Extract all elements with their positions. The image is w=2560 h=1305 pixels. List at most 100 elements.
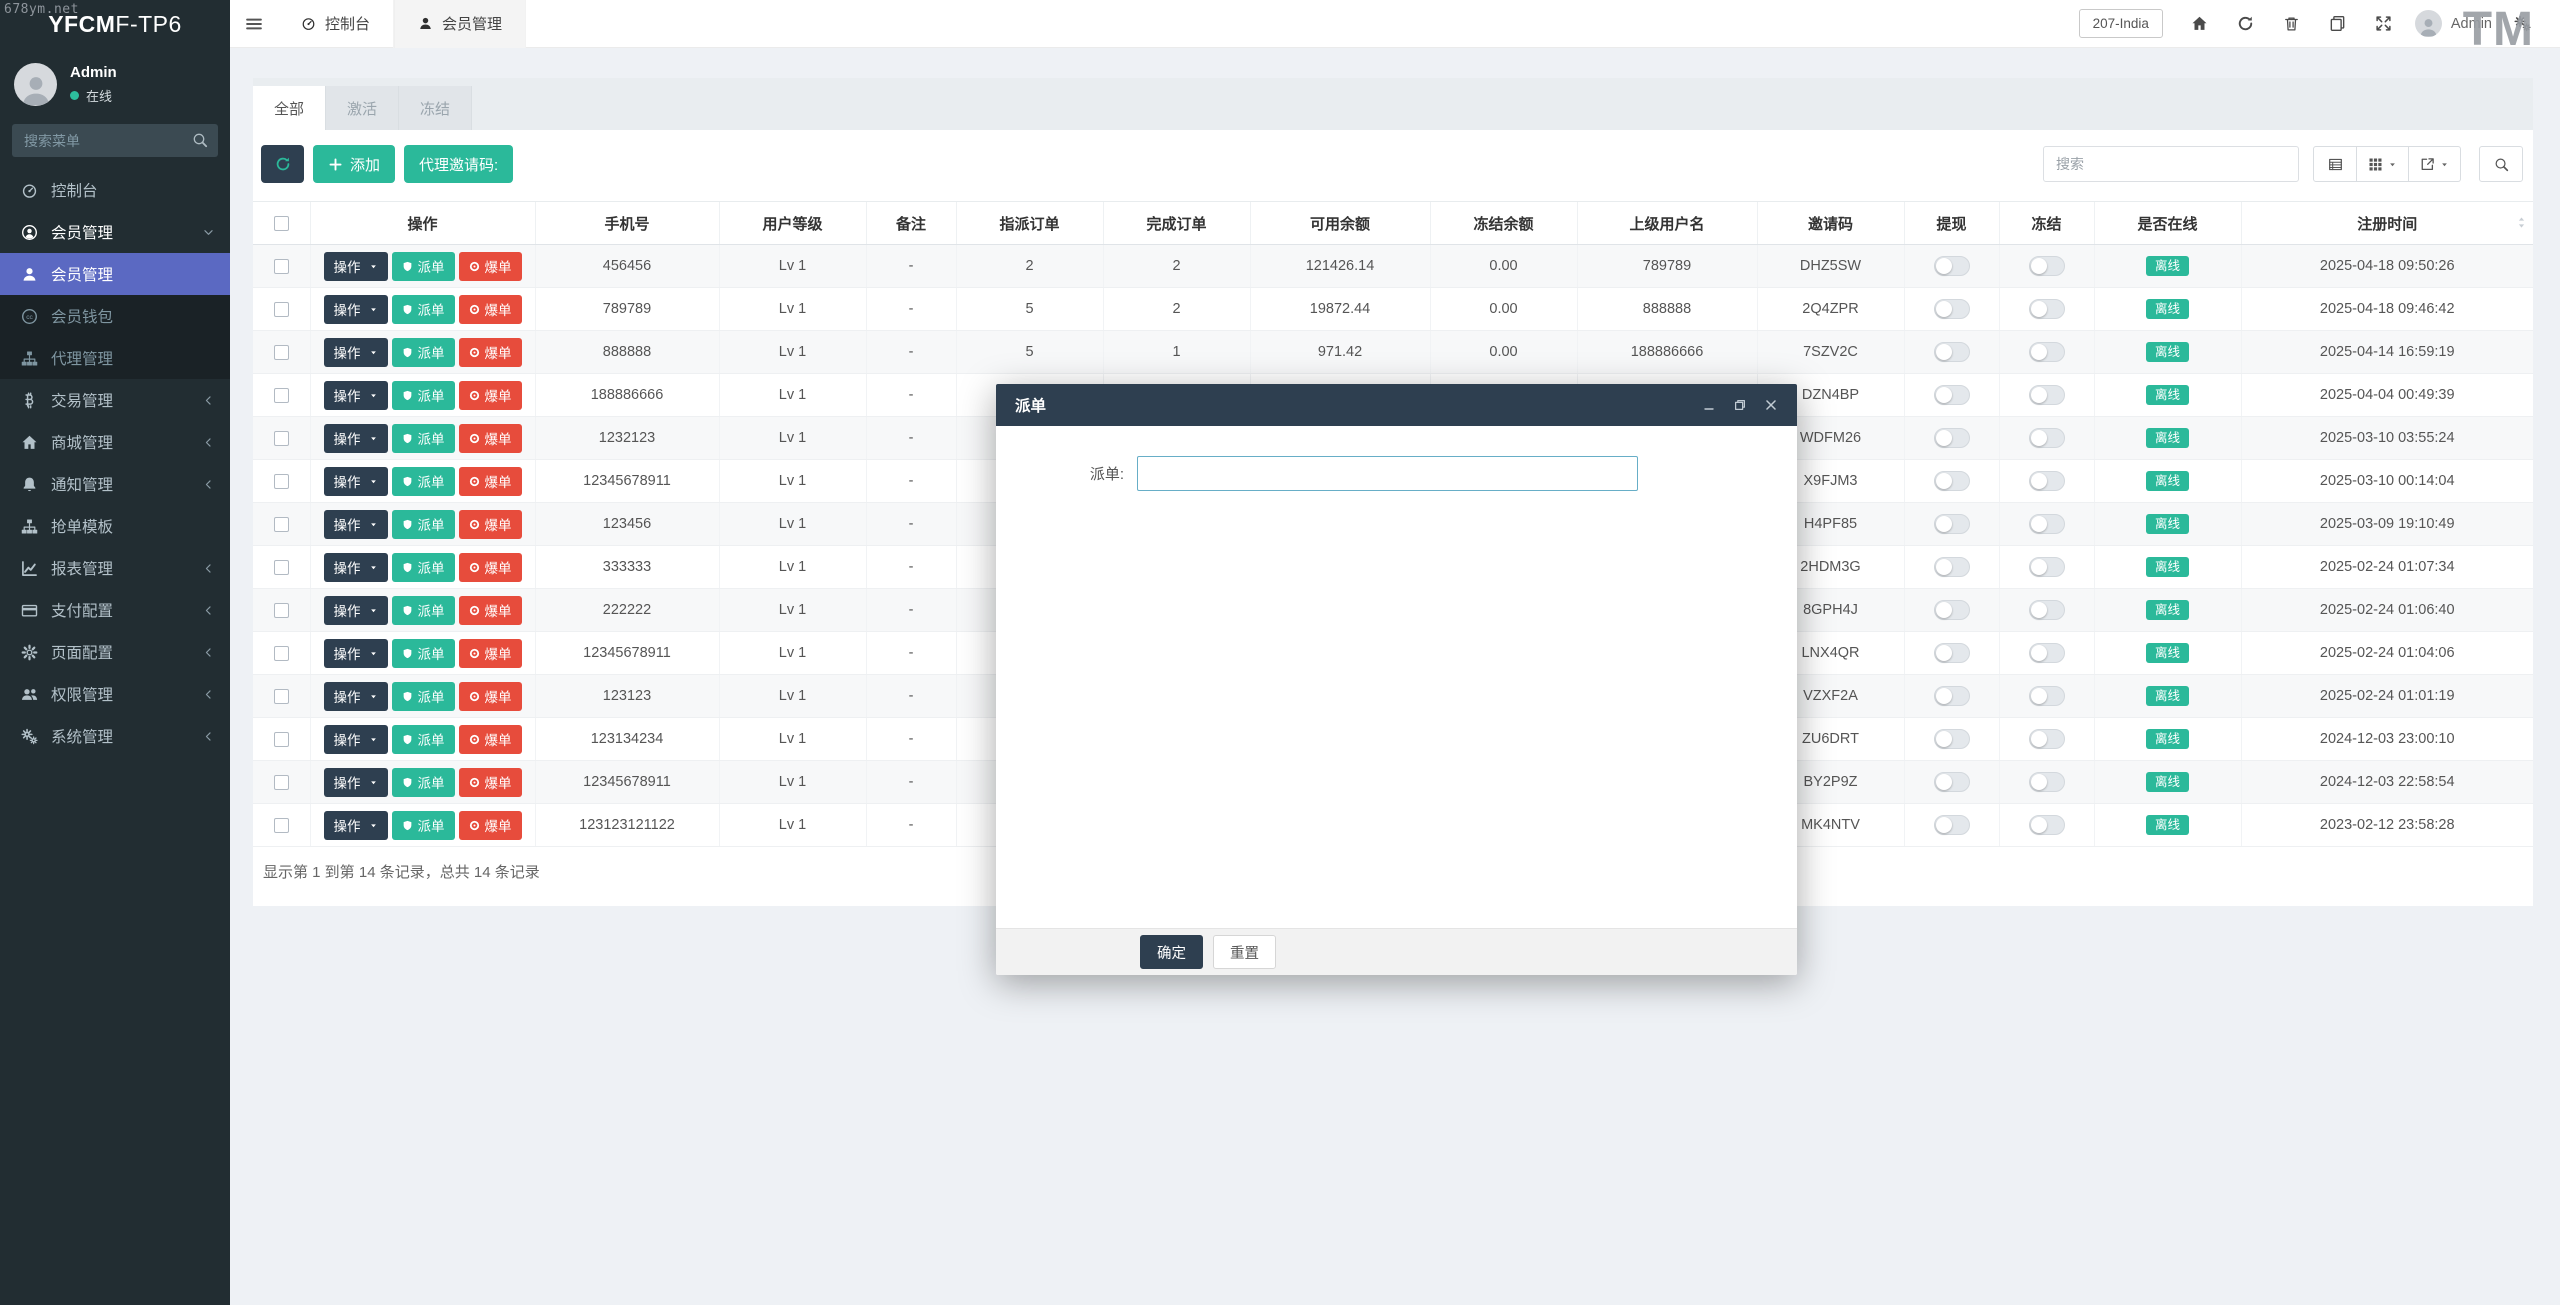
row-checkbox[interactable] — [273, 344, 289, 360]
dispatch-button[interactable]: 派单 — [391, 466, 455, 496]
operate-button[interactable]: 操作 — [323, 810, 388, 840]
topbar-tab-console[interactable]: 控制台 — [278, 0, 395, 48]
agent-invite-code-button[interactable]: 代理邀请码: — [404, 145, 514, 183]
withdraw-toggle[interactable] — [1933, 342, 1970, 362]
freeze-toggle[interactable] — [2028, 643, 2065, 663]
burst-button[interactable]: 爆单 — [458, 423, 522, 453]
row-checkbox[interactable] — [273, 774, 289, 790]
sidebar-item-agent-mgmt[interactable]: 代理管理 — [0, 337, 230, 379]
burst-button[interactable]: 爆单 — [458, 724, 522, 754]
reset-button[interactable]: 重置 — [1213, 935, 1276, 969]
sidebar-toggle-button[interactable] — [230, 0, 278, 48]
dispatch-button[interactable]: 派单 — [391, 681, 455, 711]
freeze-toggle[interactable] — [2028, 514, 2065, 534]
sidebar-item-page-config[interactable]: 页面配置 — [0, 631, 230, 673]
withdraw-toggle[interactable] — [1933, 600, 1970, 620]
burst-button[interactable]: 爆单 — [458, 595, 522, 625]
operate-button[interactable]: 操作 — [323, 251, 388, 281]
operate-button[interactable]: 操作 — [323, 681, 388, 711]
row-checkbox[interactable] — [273, 688, 289, 704]
burst-button[interactable]: 爆单 — [458, 810, 522, 840]
row-checkbox[interactable] — [273, 817, 289, 833]
trash-button[interactable] — [2269, 0, 2315, 48]
sidebar-item-system-mgmt[interactable]: 系统管理 — [0, 715, 230, 757]
dispatch-button[interactable]: 派单 — [391, 423, 455, 453]
dispatch-button[interactable]: 派单 — [391, 509, 455, 539]
sidebar-item-member-mgmt-parent[interactable]: 会员管理 — [0, 211, 230, 253]
withdraw-toggle[interactable] — [1933, 514, 1970, 534]
refresh-button[interactable] — [261, 145, 304, 183]
sidebar-item-trade-mgmt[interactable]: 交易管理 — [0, 379, 230, 421]
withdraw-toggle[interactable] — [1933, 643, 1970, 663]
row-checkbox[interactable] — [273, 645, 289, 661]
burst-button[interactable]: 爆单 — [458, 466, 522, 496]
withdraw-toggle[interactable] — [1933, 772, 1970, 792]
dispatch-button[interactable]: 派单 — [391, 337, 455, 367]
dispatch-button[interactable]: 派单 — [391, 251, 455, 281]
refresh-button[interactable] — [2223, 0, 2269, 48]
row-checkbox[interactable] — [273, 301, 289, 317]
burst-button[interactable]: 爆单 — [458, 294, 522, 324]
operate-button[interactable]: 操作 — [323, 724, 388, 754]
freeze-toggle[interactable] — [2028, 342, 2065, 362]
toggle-pagination-button[interactable] — [2313, 146, 2357, 182]
freeze-toggle[interactable] — [2028, 729, 2065, 749]
select-all-checkbox[interactable] — [273, 216, 289, 232]
sidebar-item-perm-mgmt[interactable]: 权限管理 — [0, 673, 230, 715]
freeze-toggle[interactable] — [2028, 385, 2065, 405]
freeze-toggle[interactable] — [2028, 471, 2065, 491]
dispatch-button[interactable]: 派单 — [391, 380, 455, 410]
sidebar-item-mall-mgmt[interactable]: 商城管理 — [0, 421, 230, 463]
dispatch-button[interactable]: 派单 — [391, 294, 455, 324]
table-search-input[interactable] — [2043, 146, 2299, 182]
operate-button[interactable]: 操作 — [323, 423, 388, 453]
withdraw-toggle[interactable] — [1933, 385, 1970, 405]
operate-button[interactable]: 操作 — [323, 337, 388, 367]
burst-button[interactable]: 爆单 — [458, 638, 522, 668]
search-button[interactable] — [2479, 146, 2523, 182]
sidebar-item-member-mgmt[interactable]: 会员管理 — [0, 253, 230, 295]
dispatch-button[interactable]: 派单 — [391, 595, 455, 625]
maximize-icon[interactable] — [1733, 398, 1747, 412]
operate-button[interactable]: 操作 — [323, 294, 388, 324]
freeze-toggle[interactable] — [2028, 299, 2065, 319]
dispatch-button[interactable]: 派单 — [391, 810, 455, 840]
withdraw-toggle[interactable] — [1933, 557, 1970, 577]
row-checkbox[interactable] — [273, 516, 289, 532]
withdraw-toggle[interactable] — [1933, 471, 1970, 491]
operate-button[interactable]: 操作 — [323, 767, 388, 797]
dispatch-button[interactable]: 派单 — [391, 767, 455, 797]
dispatch-button[interactable]: 派单 — [391, 724, 455, 754]
operate-button[interactable]: 操作 — [323, 595, 388, 625]
sidebar-item-dashboard[interactable]: 控制台 — [0, 169, 230, 211]
modal-header[interactable]: 派单 — [996, 384, 1797, 426]
close-icon[interactable] — [1764, 398, 1778, 412]
sidebar-item-pay-config[interactable]: 支付配置 — [0, 589, 230, 631]
freeze-toggle[interactable] — [2028, 600, 2065, 620]
withdraw-toggle[interactable] — [1933, 428, 1970, 448]
fullscreen-button[interactable] — [2361, 0, 2407, 48]
freeze-toggle[interactable] — [2028, 772, 2065, 792]
sidebar-item-grab-template[interactable]: 抢单模板 — [0, 505, 230, 547]
tab-all[interactable]: 全部 — [253, 86, 327, 130]
dispatch-button[interactable]: 派单 — [391, 638, 455, 668]
freeze-toggle[interactable] — [2028, 428, 2065, 448]
operate-button[interactable]: 操作 — [323, 466, 388, 496]
sidebar-item-member-wallet[interactable]: cc 会员钱包 — [0, 295, 230, 337]
tab-frozen[interactable]: 冻结 — [399, 86, 473, 130]
burst-button[interactable]: 爆单 — [458, 380, 522, 410]
withdraw-toggle[interactable] — [1933, 686, 1970, 706]
dispatch-button[interactable]: 派单 — [391, 552, 455, 582]
site-select[interactable]: 207-India — [2078, 9, 2163, 38]
topbar-tab-member[interactable]: 会员管理 — [394, 0, 527, 48]
row-checkbox[interactable] — [273, 387, 289, 403]
withdraw-toggle[interactable] — [1933, 299, 1970, 319]
freeze-toggle[interactable] — [2028, 686, 2065, 706]
dispatch-input[interactable] — [1137, 456, 1638, 491]
freeze-toggle[interactable] — [2028, 557, 2065, 577]
columns-button[interactable] — [2357, 146, 2409, 182]
burst-button[interactable]: 爆单 — [458, 767, 522, 797]
sidebar-item-notice-mgmt[interactable]: 通知管理 — [0, 463, 230, 505]
home-button[interactable] — [2177, 0, 2223, 48]
add-button[interactable]: 添加 — [313, 145, 396, 183]
